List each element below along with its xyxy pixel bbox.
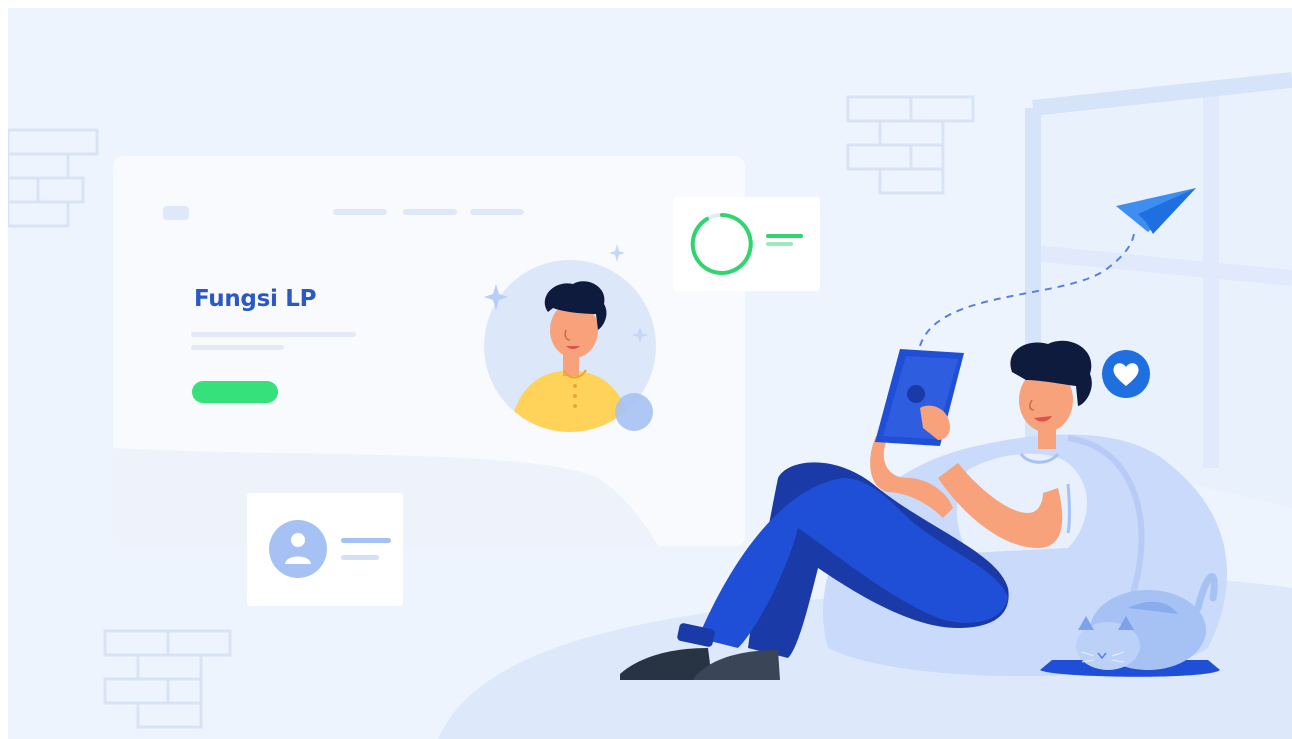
text-placeholder — [191, 345, 284, 350]
brick-wall-decoration — [103, 629, 232, 729]
profile-avatar — [484, 260, 656, 432]
nav-placeholder — [333, 209, 387, 215]
brick-wall-decoration — [8, 128, 99, 228]
nav-placeholder — [470, 209, 524, 215]
hero-title: Fungsi LP — [194, 286, 317, 312]
text-placeholder — [191, 332, 356, 337]
cta-button — [192, 381, 278, 403]
scene-artwork — [8, 72, 1292, 739]
illustration-scene: Fungsi LP — [8, 8, 1292, 739]
logo-placeholder — [163, 206, 189, 220]
tablet — [875, 349, 964, 446]
nav-placeholder — [403, 209, 457, 215]
progress-card — [673, 197, 820, 291]
brick-wall-decoration — [846, 95, 975, 195]
user-avatar-icon — [269, 520, 327, 578]
